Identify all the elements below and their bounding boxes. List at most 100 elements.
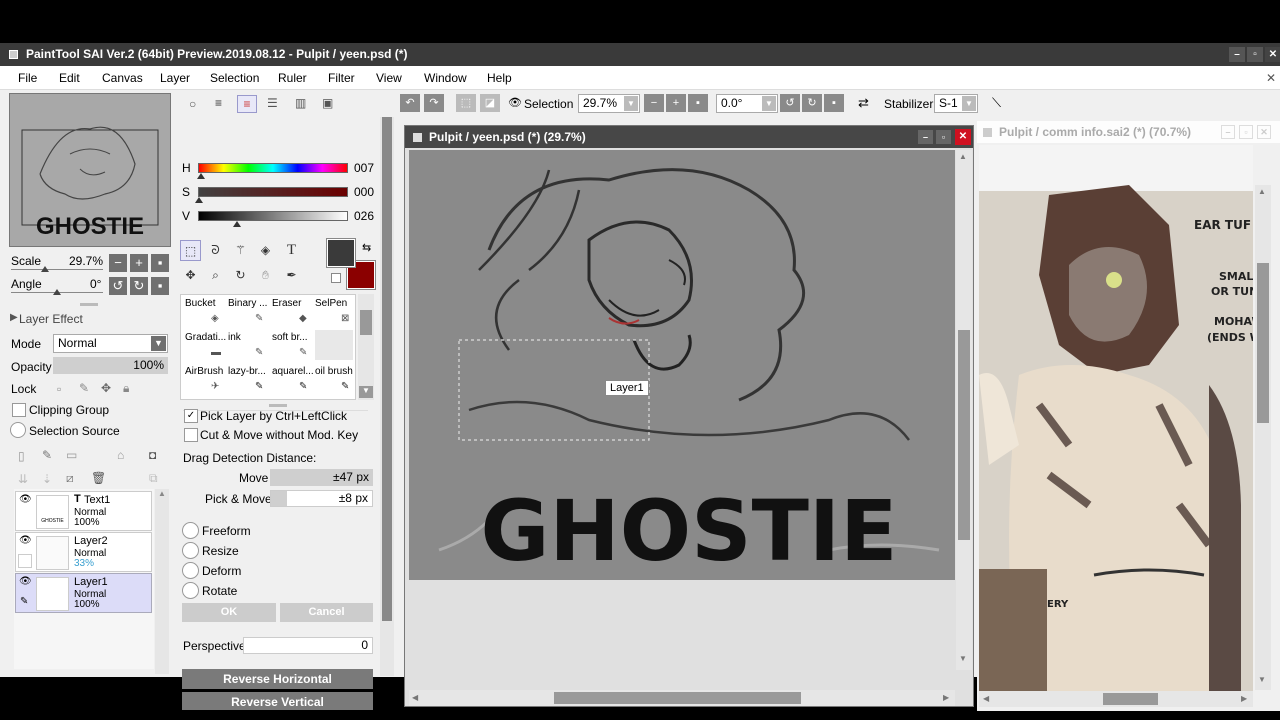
lock-all-icon[interactable]: 🔒︎ [123,381,129,396]
scroll-up-icon[interactable]: ▲ [959,152,967,161]
zoom-tool-icon[interactable]: ⌕ [205,265,226,286]
lock-move-icon[interactable]: ✥ [101,381,111,395]
reference-canvas[interactable]: EAR TUF SMALL OR TUNE MOHAW (ENDS W ERY [979,145,1253,691]
new-linework-layer-icon[interactable]: ✎ [42,448,52,462]
freeform-radio[interactable] [182,522,199,539]
canvas-hscroll-thumb[interactable] [554,692,801,704]
reverse-horizontal-button[interactable]: Reverse Horizontal [182,669,373,689]
pick-layer-checkbox[interactable]: ✓ [184,409,198,423]
zoom-reset-button[interactable]: ▪ [151,254,169,272]
transparent-color-icon[interactable] [331,273,341,283]
menu-layer[interactable]: Layer [160,71,190,85]
fill-tool-icon[interactable]: ◈ [255,240,276,261]
close-button[interactable]: ✕ [1265,47,1280,62]
layer-item-layer1[interactable]: 👁︎ ✎ Layer1 Normal 100% [15,573,152,613]
menu-file[interactable]: File [18,71,37,85]
reverse-vertical-button[interactable]: Reverse Vertical [182,692,373,710]
zoom-out-button[interactable]: − [109,254,127,272]
rotate-right-button[interactable]: ↻ [130,277,148,295]
cancel-button[interactable]: Cancel [280,603,373,622]
canvas-vscroll-thumb[interactable] [958,330,970,540]
ref-vscroll-thumb[interactable] [1257,263,1269,423]
hue-handle[interactable] [197,173,205,179]
primary-color-swatch[interactable] [326,238,356,268]
ref-maximize-button[interactable]: ▫ [1239,125,1253,139]
zoom-in-button[interactable]: + [130,254,148,272]
layer-item-layer2[interactable]: 👁︎ Layer2 Normal 33% [15,532,152,572]
zoom-in-icon[interactable]: + [666,94,686,112]
move-tool-icon[interactable]: ✥ [180,265,201,286]
menu-canvas[interactable]: Canvas [102,71,143,85]
undo-icon[interactable]: ↶ [400,94,420,112]
menu-window[interactable]: Window [424,71,467,85]
redo-icon[interactable]: ↷ [424,94,444,112]
brush-scrollbar[interactable]: ▼ [358,294,374,400]
rotate-tool-icon[interactable]: ↻ [230,265,251,286]
drawing-canvas[interactable]: GHOSTIE Layer1 [409,150,955,580]
eye-icon[interactable]: 👁︎ [19,494,32,505]
brush-eraser[interactable]: Eraser [272,298,301,320]
zoom-reset-icon[interactable]: ▪ [688,94,708,112]
brush-aquarelle[interactable]: aquarel... [272,366,314,388]
eye-icon[interactable]: 👁︎ [19,576,32,587]
rotate-radio[interactable] [182,582,199,599]
deform-radio[interactable] [182,562,199,579]
trash-icon[interactable]: 🗑︎ [91,471,106,485]
cut-move-checkbox[interactable] [184,428,198,442]
eyedropper-icon[interactable]: ✒ [281,265,302,286]
hsv-slider-icon[interactable]: ≡ [237,95,257,113]
saturation-handle[interactable] [195,197,203,203]
invert-selection-icon[interactable]: ◪ [480,94,500,112]
canvas-minimize-button[interactable]: – [918,130,933,144]
selection-toggle-label[interactable]: Selection [524,97,573,111]
scratchpad-icon[interactable]: ▣ [322,96,333,110]
brush-empty-slot[interactable] [315,330,353,360]
tool-panel-scrollbar[interactable]: ▲ [380,91,394,676]
opacity-slider[interactable]: 100% [53,357,168,374]
scroll-down-icon[interactable]: ▼ [359,386,373,398]
layer-mask-icon[interactable]: ◘ [149,448,156,462]
lasso-tool-icon[interactable]: ᘐ [205,240,226,261]
rotate-reset-icon[interactable]: ▪ [824,94,844,112]
flip-horizontal-icon[interactable]: ⇄ [858,95,869,111]
hand-tool-icon[interactable]: ✋︎ [255,265,276,286]
resize-radio[interactable] [182,542,199,559]
panel-splitter[interactable] [80,303,98,306]
minimize-button[interactable]: – [1229,47,1245,62]
scroll-left-icon[interactable]: ◀ [983,694,989,703]
brush-scroll-thumb[interactable] [360,310,372,335]
scroll-down-icon[interactable]: ▼ [1258,675,1266,684]
layers-scrollbar[interactable]: ▲ [155,489,169,674]
layer-clip-box[interactable] [18,554,32,568]
scroll-right-icon[interactable]: ▶ [1241,694,1247,703]
chevron-down-icon[interactable]: ▼ [762,96,776,111]
angle-slider-handle[interactable] [53,289,61,295]
magic-wand-icon[interactable]: ⚚ [230,240,251,261]
transfer-down-icon[interactable]: ⇣ [42,472,52,486]
menu-ruler[interactable]: Ruler [278,71,307,85]
expand-icon[interactable]: ▶ [10,312,18,323]
scroll-up-icon[interactable]: ▲ [1258,187,1266,196]
ref-minimize-button[interactable]: – [1221,125,1235,139]
value-handle[interactable] [233,221,241,227]
ref-horizontal-scrollbar[interactable]: ◀ ▶ [979,691,1253,707]
tool-panel-scroll-thumb[interactable] [382,111,392,621]
scale-slider[interactable] [11,269,103,270]
eye-icon[interactable]: 👁︎ [508,96,522,109]
eye-icon[interactable]: 👁︎ [19,535,32,546]
chevron-down-icon[interactable]: ▼ [962,96,976,111]
layer-effect-label[interactable]: Layer Effect [19,312,83,326]
palette-icon[interactable]: ▥ [295,96,306,110]
menu-help[interactable]: Help [487,71,512,85]
pick-move-slider[interactable]: ±8 px [270,490,373,507]
canvas-vertical-scrollbar[interactable]: ▲ ▼ [956,150,972,670]
brush-ink[interactable]: ink [228,332,241,354]
scroll-up-icon[interactable]: ▲ [155,489,169,503]
new-effect-icon[interactable]: ⌂ [117,448,124,462]
menu-edit[interactable]: Edit [59,71,80,85]
chevron-down-icon[interactable]: ▼ [624,96,638,111]
move-distance-slider[interactable]: ±47 px [270,469,373,486]
zoom-out-icon[interactable]: − [644,94,664,112]
new-layer-icon[interactable]: ▯ [18,449,25,463]
ref-close-button[interactable]: ✕ [1257,125,1271,139]
